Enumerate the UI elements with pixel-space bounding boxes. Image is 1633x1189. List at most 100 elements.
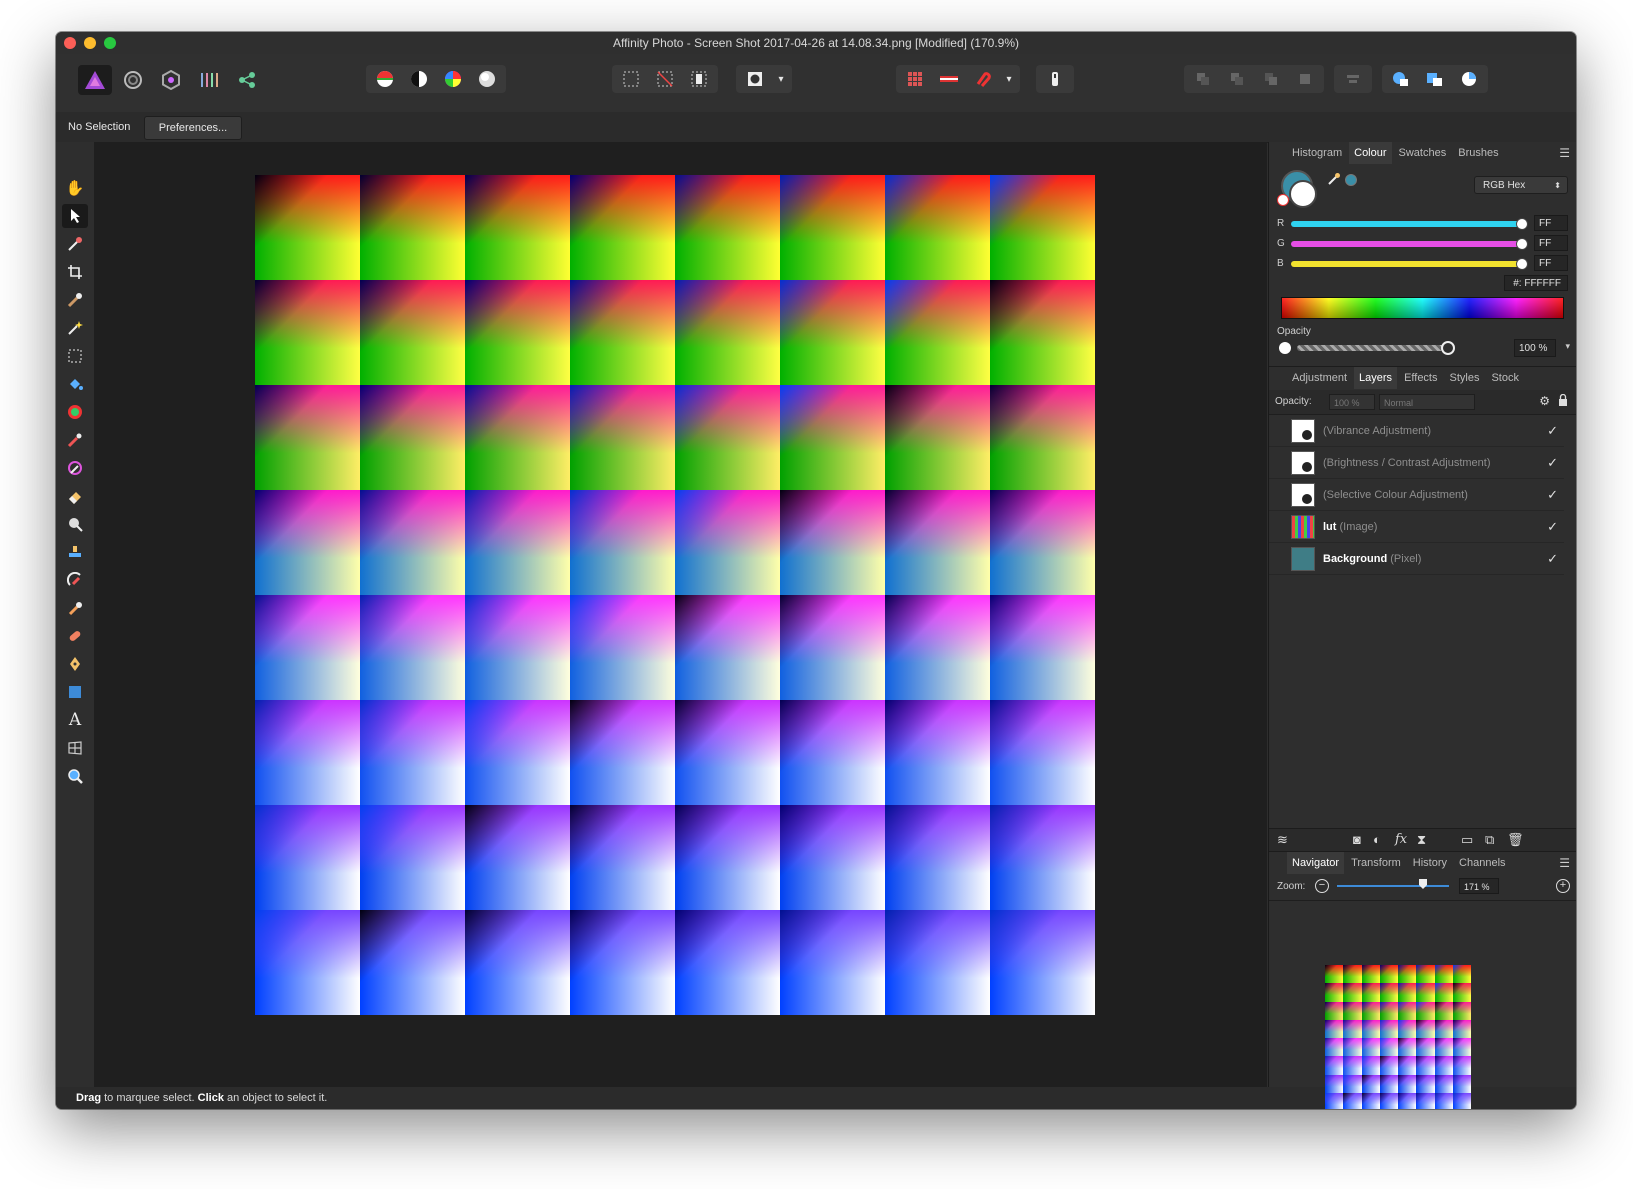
pen-tool-icon[interactable] — [62, 652, 88, 676]
quick-mask-icon[interactable] — [739, 66, 771, 92]
tab-effects[interactable]: Effects — [1399, 367, 1442, 389]
zoom-slider-track[interactable] — [1337, 885, 1449, 887]
tab-colour[interactable]: Colour — [1349, 142, 1392, 164]
tab-swatches[interactable]: Swatches — [1394, 142, 1452, 164]
mesh-warp-icon[interactable] — [62, 736, 88, 760]
stroke-colour-well[interactable] — [1289, 180, 1317, 208]
tab-styles[interactable]: Styles — [1445, 367, 1485, 389]
levels-icon[interactable] — [369, 66, 401, 92]
layer-opacity-field[interactable]: 100 % — [1329, 394, 1375, 410]
blue-track[interactable] — [1291, 261, 1522, 267]
snapping-dropdown-icon[interactable]: ▾ — [1001, 66, 1017, 92]
navigator-panel-menu-icon[interactable]: ☰ — [1559, 852, 1570, 874]
minimize-window-button[interactable] — [84, 37, 96, 49]
move-tool-arrow-icon[interactable] — [62, 204, 88, 228]
crop-tool-icon[interactable] — [62, 260, 88, 284]
red-track[interactable] — [1291, 221, 1522, 227]
maximize-window-button[interactable] — [104, 37, 116, 49]
tab-adjustment[interactable]: Adjustment — [1287, 367, 1352, 389]
tone-mapping-persona-icon[interactable] — [192, 65, 226, 95]
move-to-front-icon[interactable] — [1289, 66, 1321, 92]
zoom-tool-magnifier-icon[interactable] — [62, 764, 88, 788]
marquee-tool-icon[interactable] — [62, 344, 88, 368]
layer-visibility-check-icon[interactable]: ✓ — [1547, 423, 1558, 439]
layer-row[interactable]: (Selective Colour Adjustment) ✓ — [1269, 479, 1564, 511]
quick-mask-dropdown-icon[interactable]: ▾ — [773, 66, 789, 92]
colour-model-select[interactable]: RGB Hex ⬍ — [1474, 176, 1568, 194]
export-persona-icon[interactable] — [230, 65, 264, 95]
select-all-icon[interactable] — [615, 66, 647, 92]
layer-visibility-check-icon[interactable]: ✓ — [1547, 487, 1558, 503]
move-forward-one-icon[interactable] — [1255, 66, 1287, 92]
red-knob[interactable] — [1516, 218, 1528, 230]
live-filters-icon[interactable]: ⧗ — [1417, 832, 1426, 848]
intersect-boolean-icon[interactable] — [1453, 66, 1485, 92]
layers-stack-icon[interactable]: ≋ — [1277, 832, 1288, 848]
artistic-text-icon[interactable]: A — [62, 708, 88, 732]
preferences-button[interactable]: Preferences... — [144, 116, 242, 140]
selection-brush-icon[interactable] — [62, 288, 88, 312]
group-folder-icon[interactable]: ▭ — [1461, 832, 1473, 848]
opacity-knob[interactable] — [1441, 341, 1455, 355]
adjustments-icon[interactable]: ◐ — [1373, 832, 1381, 847]
hue-icon[interactable] — [437, 66, 469, 92]
zoom-value[interactable]: 171 % — [1459, 878, 1499, 894]
red-slider[interactable]: R FF — [1277, 215, 1568, 231]
layer-visibility-check-icon[interactable]: ✓ — [1547, 519, 1558, 535]
tab-navigator[interactable]: Navigator — [1287, 852, 1345, 874]
clone-brush-stamp-icon[interactable] — [62, 540, 88, 564]
blue-value[interactable]: FF — [1534, 255, 1568, 271]
move-back-one-icon[interactable] — [1221, 66, 1253, 92]
rectangle-shape-icon[interactable] — [62, 680, 88, 704]
dodge-tool-icon[interactable] — [62, 512, 88, 536]
layer-visibility-check-icon[interactable]: ✓ — [1547, 455, 1558, 471]
colour-panel-menu-icon[interactable]: ☰ — [1559, 142, 1570, 164]
tab-layers[interactable]: Layers — [1354, 367, 1398, 389]
view-tool-hand-icon[interactable]: ✋ — [62, 176, 88, 200]
erase-brush-icon[interactable] — [62, 484, 88, 508]
flood-fill-bucket-icon[interactable] — [62, 372, 88, 396]
tab-transform[interactable]: Transform — [1346, 852, 1406, 874]
flood-select-wand-icon[interactable] — [62, 316, 88, 340]
no-colour-icon[interactable] — [1277, 194, 1289, 206]
blue-slider[interactable]: B FF — [1277, 255, 1568, 271]
subtract-boolean-icon[interactable] — [1419, 66, 1451, 92]
zoom-in-icon[interactable]: + — [1556, 879, 1570, 893]
assistant-icon[interactable] — [1039, 66, 1071, 92]
move-to-back-icon[interactable] — [1187, 66, 1219, 92]
contrast-icon[interactable] — [403, 66, 435, 92]
invert-selection-icon[interactable] — [683, 66, 715, 92]
photo-persona-icon[interactable] — [78, 65, 112, 95]
healing-brush-bandage-icon[interactable] — [62, 624, 88, 648]
hex-field[interactable]: #: FFFFFF — [1504, 275, 1568, 291]
colour-wells[interactable] — [1277, 170, 1317, 208]
deselect-icon[interactable] — [649, 66, 681, 92]
layer-row[interactable]: (Vibrance Adjustment) ✓ — [1269, 415, 1564, 447]
blend-mode-select[interactable]: Normal — [1379, 394, 1475, 410]
red-value[interactable]: FF — [1534, 215, 1568, 231]
opacity-dropdown-icon[interactable]: ▾ — [1565, 341, 1570, 352]
tab-stock[interactable]: Stock — [1486, 367, 1524, 389]
zoom-slider-knob[interactable] — [1419, 879, 1427, 889]
align-icon[interactable] — [1337, 66, 1369, 92]
document-canvas[interactable] — [95, 142, 1267, 1087]
liquify-persona-icon[interactable] — [116, 65, 150, 95]
layer-visibility-check-icon[interactable]: ✓ — [1547, 551, 1558, 567]
add-boolean-icon[interactable] — [1385, 66, 1417, 92]
layer-settings-gear-icon[interactable]: ⚙ — [1539, 394, 1550, 408]
opacity-track[interactable] — [1297, 345, 1445, 351]
lock-icon[interactable] — [1558, 393, 1568, 410]
close-window-button[interactable] — [64, 37, 76, 49]
white-balance-icon[interactable] — [471, 66, 503, 92]
opacity-value[interactable]: 100 % — [1514, 339, 1556, 357]
develop-persona-icon[interactable] — [154, 65, 188, 95]
tab-history[interactable]: History — [1408, 852, 1452, 874]
add-pixel-layer-icon[interactable]: ⧉ — [1485, 832, 1494, 848]
color-picker-icon[interactable] — [62, 232, 88, 256]
zoom-out-icon[interactable]: − — [1315, 879, 1329, 893]
green-slider[interactable]: G FF — [1277, 235, 1568, 251]
delete-layer-trash-icon[interactable]: 🗑 — [1507, 832, 1524, 848]
tab-channels[interactable]: Channels — [1454, 852, 1510, 874]
gradient-tool-icon[interactable] — [62, 400, 88, 424]
grid-icon[interactable] — [899, 66, 931, 92]
